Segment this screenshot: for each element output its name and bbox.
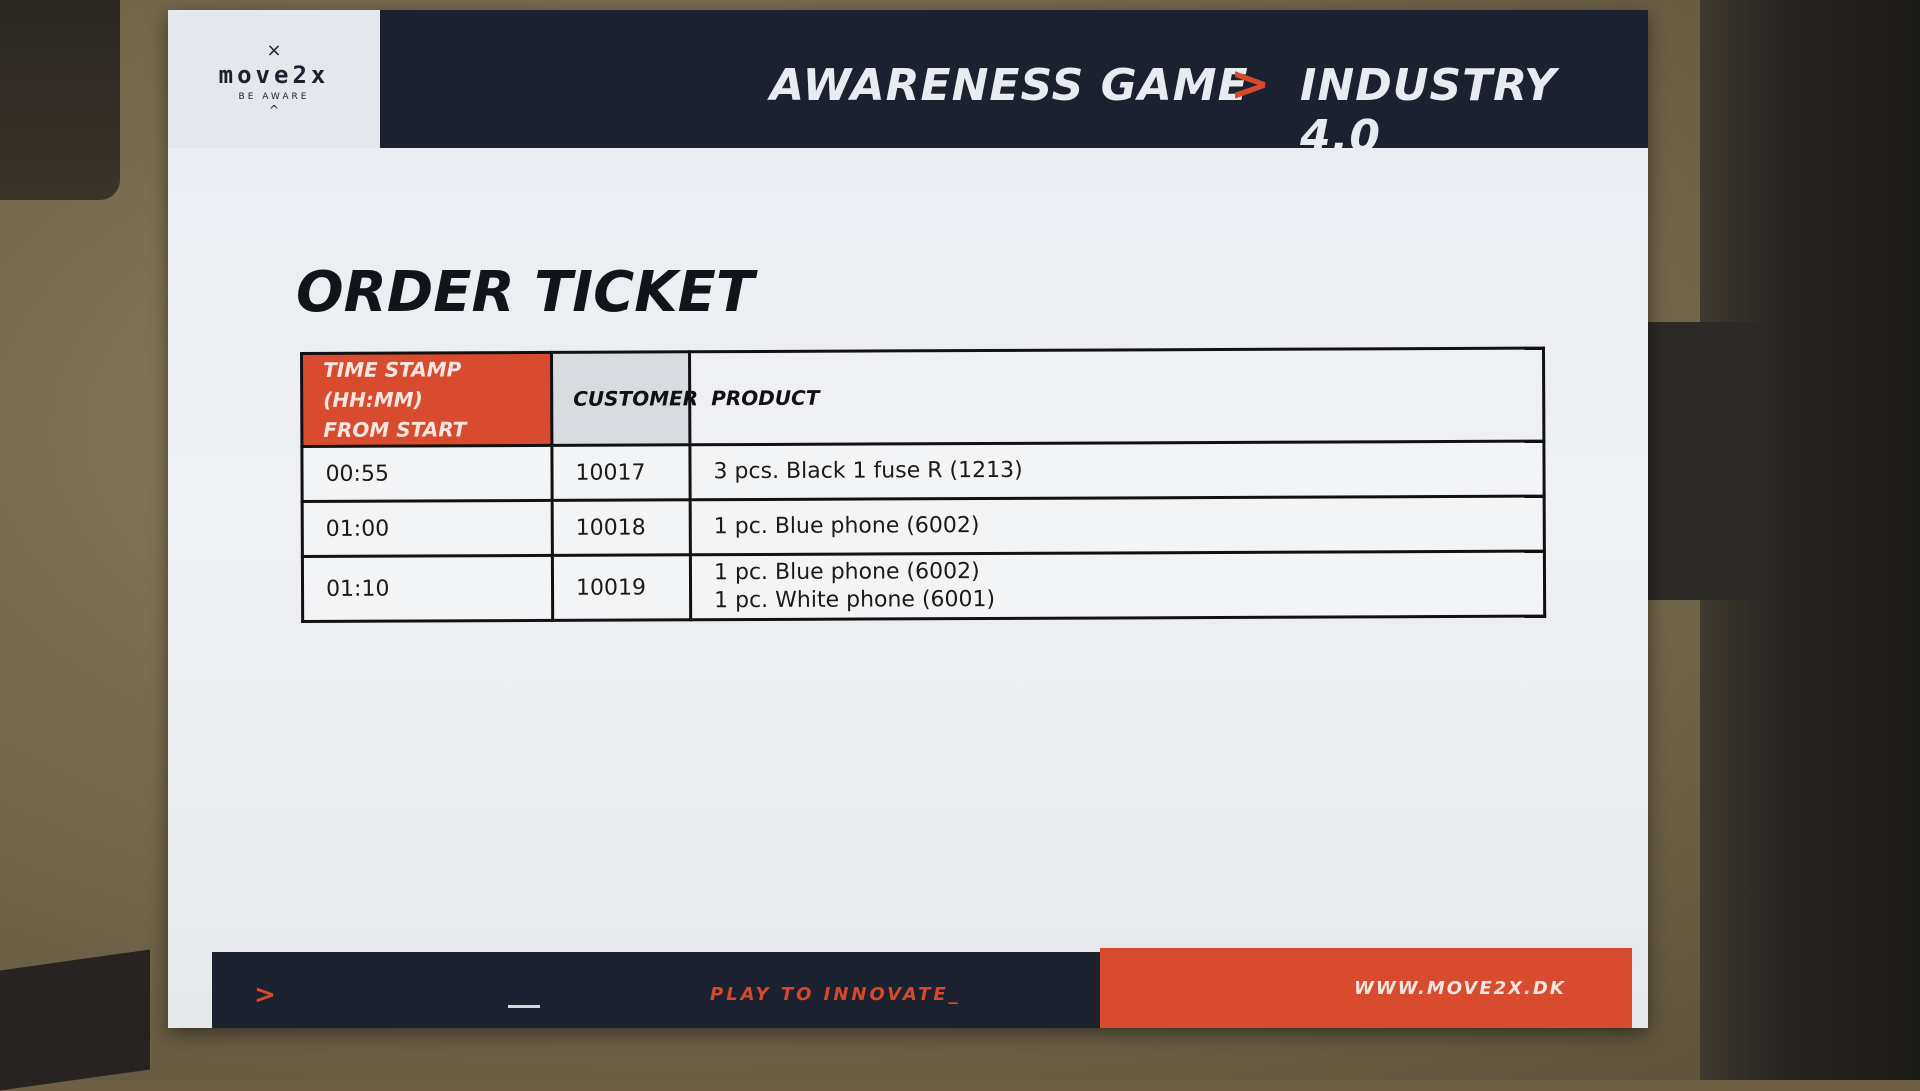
logo-word: move2x: [218, 61, 330, 89]
move2x-logo: × move2x BE AWARE ^: [168, 10, 380, 148]
chevron-right-icon: >: [1230, 56, 1272, 112]
cell-time: 01:10: [302, 555, 553, 622]
table-header-row: TIME STAMP (HH:MM) FROM START CUSTOMER P…: [301, 348, 1544, 447]
table-row: 01:00 10018 1 pc. Blue phone (6002): [302, 496, 1545, 557]
order-ticket-sheet: × move2x BE AWARE ^ AWARENESS GAME > IND…: [168, 10, 1648, 1028]
logo-tagline: BE AWARE: [238, 92, 310, 102]
product-line: 1 pc. White phone (6001): [714, 586, 996, 614]
product-line: 1 pc. Blue phone (6002): [713, 513, 980, 540]
product-line: 1 pc. Blue phone (6002): [713, 559, 980, 586]
chevron-right-icon: >: [254, 980, 276, 1010]
column-header-customer: CUSTOMER: [551, 351, 698, 446]
table-row: 00:55 10017 3 pcs. Black 1 fuse R (1213): [301, 441, 1545, 502]
time-header-line1: TIME STAMP (HH:MM): [323, 357, 462, 412]
order-table: TIME STAMP (HH:MM) FROM START CUSTOMER P…: [300, 346, 1547, 623]
footer-url: WWW.MOVE2X.DK: [1354, 978, 1566, 999]
cell-product: 3 pcs. Black 1 fuse R (1213): [689, 441, 1545, 500]
logo-mark: ×: [266, 40, 282, 61]
background-slot: [1640, 322, 1760, 600]
header-industry: INDUSTRY 4.0: [1300, 60, 1557, 162]
cell-customer: 10018: [552, 499, 691, 556]
background-shadow-top-left: [0, 0, 120, 200]
column-header-time-stamp: TIME STAMP (HH:MM) FROM START: [301, 352, 552, 447]
footer-slogan: PLAY TO INNOVATE_: [710, 984, 961, 1005]
column-header-product: PRODUCT: [689, 348, 1544, 445]
page-title: ORDER TICKET: [296, 260, 755, 325]
cell-time: 00:55: [301, 445, 553, 502]
cell-product: 1 pc. Blue phone (6002) 1 pc. White phon…: [690, 551, 1545, 620]
logo-caret-icon: ^: [268, 103, 280, 117]
cell-customer: 10019: [552, 554, 691, 621]
product-line: 3 pcs. Black 1 fuse R (1213): [713, 457, 1023, 485]
cell-product: 1 pc. Blue phone (6002): [690, 496, 1545, 555]
header-bar: AWARENESS GAME > INDUSTRY 4.0: [380, 10, 1648, 162]
table-row: 01:10 10019 1 pc. Blue phone (6002) 1 pc…: [302, 551, 1545, 622]
header-awareness-game: AWARENESS GAME: [770, 60, 1249, 111]
footer-dash: [508, 1005, 540, 1008]
footer-bar: [212, 952, 1100, 1028]
cell-time: 01:00: [302, 500, 553, 557]
cell-customer: 10017: [551, 444, 691, 501]
background-shadow-bottom-left: [0, 949, 150, 1091]
time-header-line2: FROM START: [323, 417, 467, 442]
